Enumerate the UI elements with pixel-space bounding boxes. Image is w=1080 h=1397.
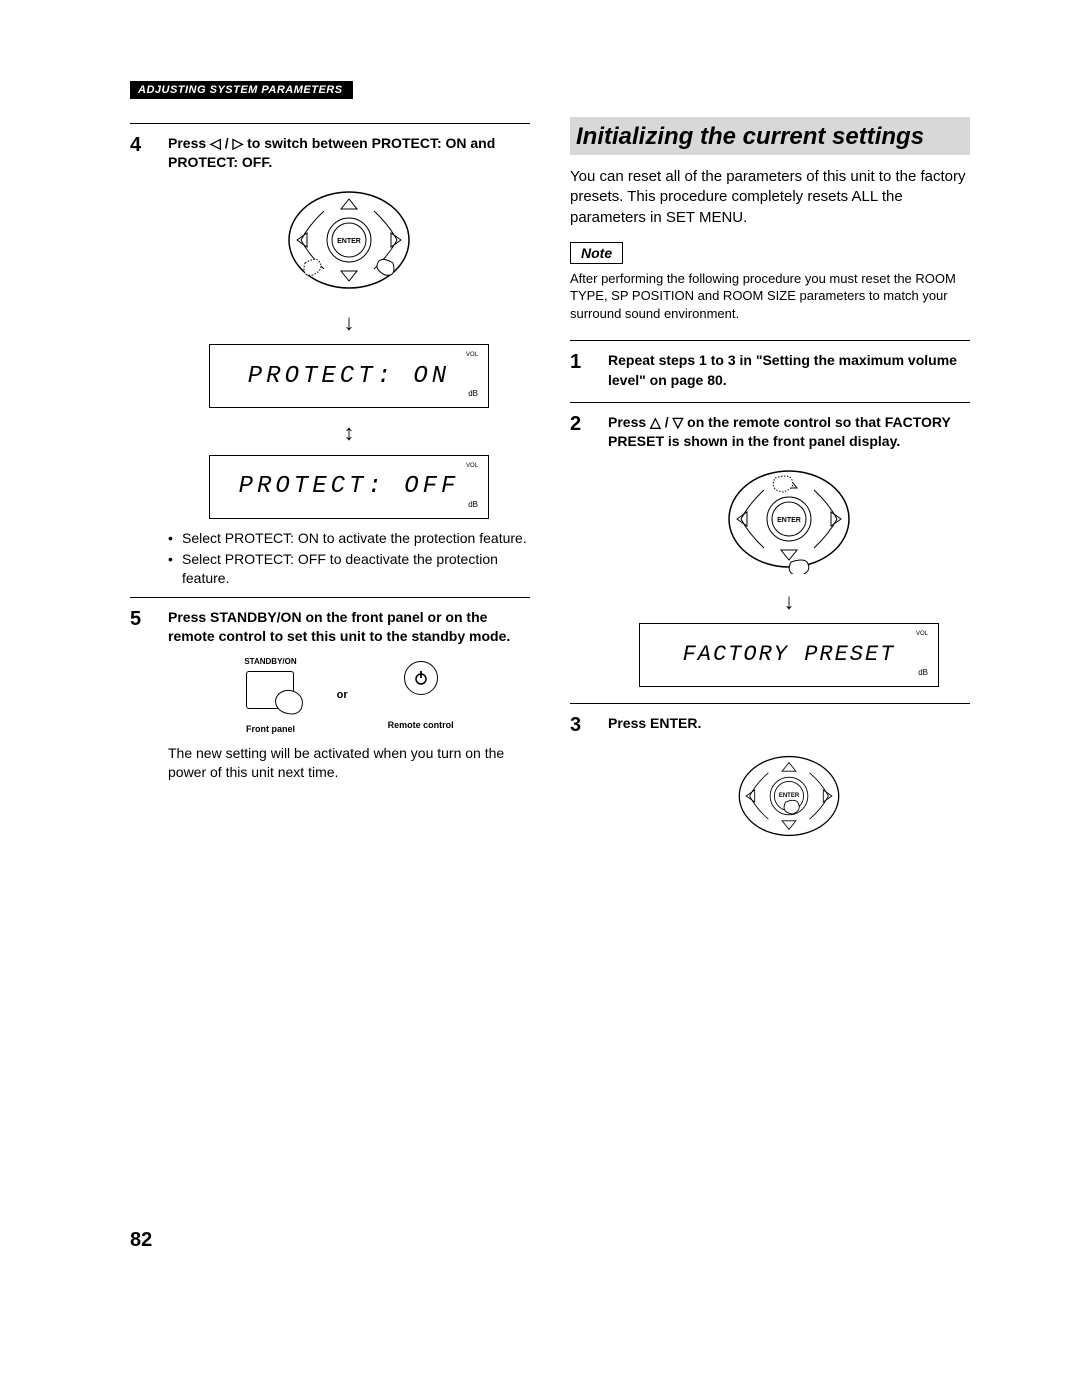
text: Press <box>608 414 650 430</box>
step-heading: Press △ / ▽ on the remote control so tha… <box>608 413 970 452</box>
chapter-header: ADJUSTING SYSTEM PARAMETERS <box>130 81 353 99</box>
db-indicator: dB <box>468 388 478 399</box>
right-column: Initializing the current settings You ca… <box>570 117 970 859</box>
bullet-item: Select PROTECT: OFF to deactivate the pr… <box>168 550 530 589</box>
step-body-text: The new setting will be activated when y… <box>168 744 530 782</box>
up-down-icon: △ / ▽ <box>650 414 683 430</box>
remote-dpad-illustration: ENTER <box>279 185 419 295</box>
remote-enter-illustration: ENTER <box>729 746 849 846</box>
vol-indicator: VOL <box>466 462 478 470</box>
front-panel-caption: Front panel <box>244 723 296 735</box>
front-panel-illustration: STANDBY/ON Front panel <box>244 656 296 735</box>
lcd-protect-on: PROTECT: ON VOL dB <box>209 344 489 408</box>
lcd-protect-off: PROTECT: OFF VOL dB <box>209 455 489 519</box>
left-column: 4 Press ◁ / ▷ to switch between PROTECT:… <box>130 117 530 859</box>
arrow-down-icon: ↓ <box>168 308 530 338</box>
step-1: 1 Repeat steps 1 to 3 in "Setting the ma… <box>570 340 970 396</box>
lcd-text: FACTORY PRESET <box>683 640 896 670</box>
left-right-icon: ◁ / ▷ <box>210 135 243 151</box>
remote-control-caption: Remote control <box>388 719 454 731</box>
enter-label: ENTER <box>337 238 361 245</box>
power-icon <box>404 661 438 695</box>
note-text: After performing the following procedure… <box>570 270 970 323</box>
step-4: 4 Press ◁ / ▷ to switch between PROTECT:… <box>130 123 530 591</box>
step-heading: Press ◁ / ▷ to switch between PROTECT: O… <box>168 134 530 173</box>
lcd-factory-preset: FACTORY PRESET VOL dB <box>639 623 939 687</box>
bullet-item: Select PROTECT: ON to activate the prote… <box>168 529 530 548</box>
step-2: 2 Press △ / ▽ on the remote control so t… <box>570 402 970 697</box>
note-label: Note <box>570 242 623 264</box>
step-number: 5 <box>130 608 152 796</box>
step-number: 3 <box>570 714 592 859</box>
remote-dpad-illustration: ENTER <box>719 464 859 574</box>
arrow-updown-icon: ↕ <box>168 418 530 448</box>
step-number: 1 <box>570 351 592 396</box>
lcd-text: PROTECT: OFF <box>239 470 460 503</box>
arrow-down-icon: ↓ <box>608 587 970 617</box>
step-heading: Press STANDBY/ON on the front panel or o… <box>168 608 530 647</box>
db-indicator: dB <box>918 667 928 678</box>
remote-button-illustration: Remote control <box>388 661 454 731</box>
or-text: or <box>337 688 348 703</box>
svg-text:ENTER: ENTER <box>779 792 800 798</box>
db-indicator: dB <box>468 499 478 510</box>
text: Press <box>168 135 210 151</box>
bullet-list: Select PROTECT: ON to activate the prote… <box>168 529 530 589</box>
step-3: 3 Press ENTER. ENTER <box>570 703 970 859</box>
vol-indicator: VOL <box>916 630 928 638</box>
step-heading: Repeat steps 1 to 3 in "Setting the maxi… <box>608 351 970 390</box>
standby-label: STANDBY/ON <box>244 656 296 667</box>
lcd-text: PROTECT: ON <box>248 360 450 393</box>
svg-text:ENTER: ENTER <box>777 517 801 524</box>
step-number: 2 <box>570 413 592 697</box>
vol-indicator: VOL <box>466 351 478 359</box>
step-heading: Press ENTER. <box>608 714 970 733</box>
step-5: 5 Press STANDBY/ON on the front panel or… <box>130 597 530 796</box>
section-title: Initializing the current settings <box>570 117 970 155</box>
intro-text: You can reset all of the parameters of t… <box>570 167 970 228</box>
step-number: 4 <box>130 134 152 591</box>
page-number: 82 <box>130 1229 970 1252</box>
